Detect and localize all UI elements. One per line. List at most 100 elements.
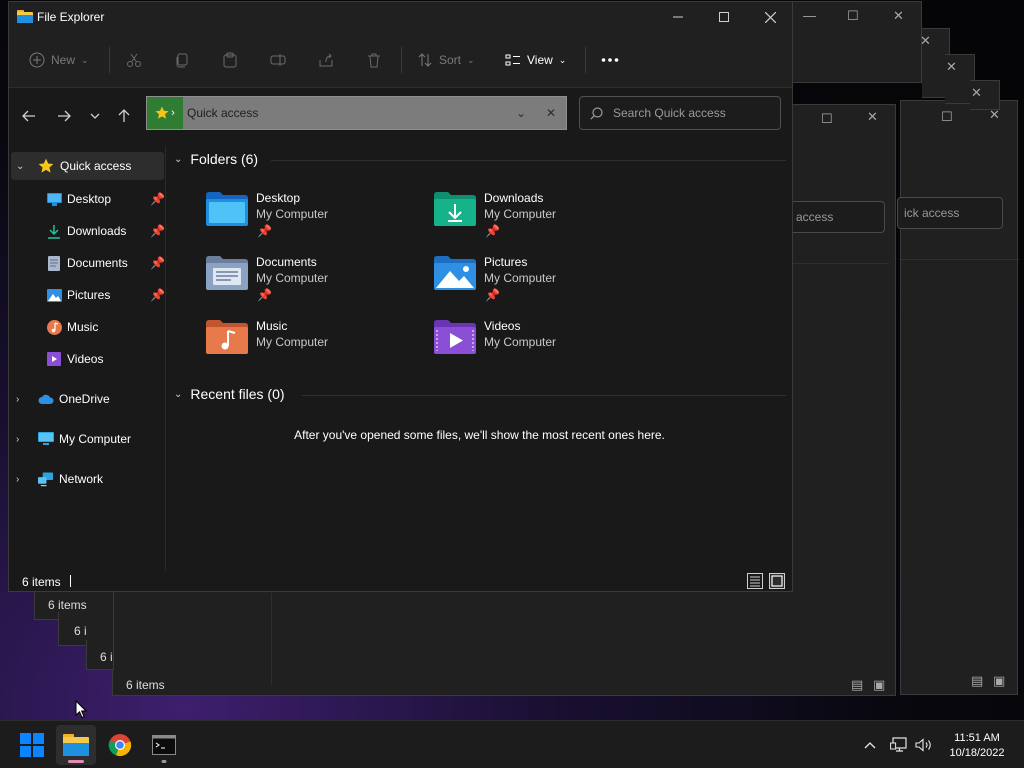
address-text[interactable]: Quick access — [183, 106, 506, 120]
tiles-view-icon[interactable]: ▣ — [993, 673, 1005, 689]
folder-tile-videos[interactable]: Videos My Computer — [433, 319, 653, 375]
address-clear-button[interactable]: ✕ — [536, 106, 566, 120]
delete-button[interactable] — [366, 46, 382, 74]
active-indicator — [68, 760, 84, 763]
sidebar-item-network[interactable]: › Network — [9, 465, 165, 493]
volume-button[interactable] — [912, 721, 936, 768]
maximize-button[interactable] — [701, 2, 747, 32]
folder-location: My Computer — [256, 207, 329, 221]
share-button[interactable] — [318, 46, 334, 74]
close-icon[interactable]: ✕ — [867, 109, 878, 125]
toolbar-separator — [585, 47, 586, 73]
show-hidden-icons-button[interactable] — [858, 721, 882, 768]
tiles-view-button[interactable] — [769, 573, 785, 589]
background-search-box[interactable]: ick access — [897, 197, 1003, 229]
paste-button[interactable] — [222, 46, 238, 74]
taskbar-chrome[interactable] — [100, 725, 140, 765]
back-button[interactable] — [15, 102, 43, 130]
background-window[interactable]: ✕ — [970, 80, 1000, 110]
view-button[interactable]: View ⌄ — [505, 46, 566, 74]
folder-location: My Computer — [484, 271, 557, 285]
search-input[interactable] — [613, 106, 773, 120]
sidebar-item-onedrive[interactable]: › OneDrive — [9, 385, 165, 413]
folder-tile-downloads[interactable]: Downloads My Computer 📌 — [433, 191, 653, 247]
start-button[interactable] — [12, 725, 52, 765]
rename-button[interactable] — [270, 46, 286, 74]
folder-tile-music[interactable]: Music My Computer — [205, 319, 425, 375]
section-divider — [271, 160, 786, 161]
chevron-right-icon[interactable]: › — [16, 394, 19, 405]
close-icon[interactable]: ✕ — [946, 59, 957, 75]
close-icon[interactable]: ✕ — [920, 33, 931, 49]
taskbar-file-explorer[interactable] — [56, 725, 96, 765]
clock[interactable]: 11:51 AM 10/18/2022 — [937, 731, 1017, 761]
folder-name: Music — [256, 319, 288, 333]
sidebar-item-documents[interactable]: Documents 📌 — [9, 249, 165, 277]
minimize-icon[interactable]: — — [803, 8, 816, 23]
details-view-icon[interactable]: ▤ — [851, 677, 863, 693]
forward-button[interactable] — [50, 102, 78, 130]
sort-icon — [418, 53, 432, 67]
folder-name: Documents — [256, 255, 317, 269]
sidebar-item-label: Pictures — [67, 288, 111, 302]
minimize-icon — [673, 16, 683, 18]
chevron-up-icon — [864, 741, 876, 748]
address-bar[interactable]: › Quick access ⌄ ✕ — [146, 96, 567, 130]
tiles-view-icon[interactable]: ▣ — [873, 677, 885, 693]
folder-tile-documents[interactable]: Documents My Computer 📌 — [205, 255, 425, 311]
sidebar-item-music[interactable]: Music — [9, 313, 165, 341]
cut-button[interactable] — [126, 46, 142, 74]
new-label: New — [51, 53, 76, 67]
sidebar-item-downloads[interactable]: Downloads 📌 — [9, 217, 165, 245]
sort-button[interactable]: Sort ⌄ — [417, 46, 475, 74]
chevron-down-icon: ⌄ — [81, 54, 89, 65]
background-window[interactable]: 6 i — [86, 640, 114, 670]
folders-section-header[interactable]: ⌄ Folders (6) — [174, 151, 258, 167]
folder-name: Pictures — [484, 255, 528, 269]
address-dropdown-button[interactable]: ⌄ — [506, 106, 536, 120]
sidebar-item-desktop[interactable]: Desktop 📌 — [9, 185, 165, 213]
more-options-button[interactable] — [601, 46, 619, 74]
chevron-right-icon[interactable]: › — [16, 434, 19, 445]
close-icon[interactable]: ✕ — [893, 8, 904, 24]
new-button[interactable]: New ⌄ — [29, 46, 89, 74]
downloads-folder-icon — [434, 192, 476, 226]
folder-tile-pictures[interactable]: Pictures My Computer 📌 — [433, 255, 653, 311]
pictures-folder-icon — [434, 256, 476, 290]
folder-location: My Computer — [484, 335, 557, 349]
sidebar-item-pictures[interactable]: Pictures 📌 — [9, 281, 165, 309]
chevron-down-icon: ⌄ — [558, 54, 567, 65]
maximize-icon[interactable]: ☐ — [941, 109, 953, 125]
sidebar-item-videos[interactable]: Videos — [9, 345, 165, 373]
section-divider — [302, 395, 786, 396]
maximize-icon[interactable]: ☐ — [847, 8, 859, 24]
file-explorer-window[interactable]: File Explorer New ⌄ Sort ⌄ View ⌄ › Quic… — [8, 1, 793, 592]
paste-icon — [223, 52, 237, 68]
details-view-icon[interactable]: ▤ — [971, 673, 983, 689]
close-icon[interactable]: ✕ — [971, 85, 982, 101]
up-button[interactable] — [110, 102, 138, 130]
pin-icon: 📌 — [257, 224, 272, 238]
maximize-icon[interactable]: ☐ — [821, 111, 833, 127]
sidebar-item-my-computer[interactable]: › My Computer — [9, 425, 165, 453]
pin-icon: 📌 — [150, 224, 165, 238]
close-button[interactable] — [747, 2, 793, 32]
taskbar-terminal[interactable] — [144, 725, 184, 765]
folder-tile-desktop[interactable]: Desktop My Computer 📌 — [205, 191, 425, 247]
view-list-icon — [505, 54, 520, 66]
chevron-right-icon[interactable]: › — [16, 474, 19, 485]
recent-locations-button[interactable] — [81, 102, 109, 130]
background-search-box[interactable]: access — [789, 201, 885, 233]
title-bar[interactable]: File Explorer — [9, 2, 792, 32]
sidebar-item-quick-access[interactable]: ⌄ Quick access — [11, 152, 164, 180]
minimize-button[interactable] — [655, 2, 701, 32]
chevron-down-icon[interactable]: ⌄ — [16, 161, 24, 172]
search-box[interactable] — [579, 96, 781, 130]
details-view-button[interactable] — [747, 573, 763, 589]
copy-button[interactable] — [174, 46, 190, 74]
background-window[interactable]: — ☐ ✕ — [780, 1, 922, 83]
clock-time: 11:51 AM — [954, 732, 1000, 744]
network-status-button[interactable] — [886, 721, 912, 768]
background-window[interactable]: ☐ ✕ ick access ▤ ▣ — [897, 100, 1019, 695]
recent-files-section-header[interactable]: ⌄ Recent files (0) — [174, 386, 285, 402]
